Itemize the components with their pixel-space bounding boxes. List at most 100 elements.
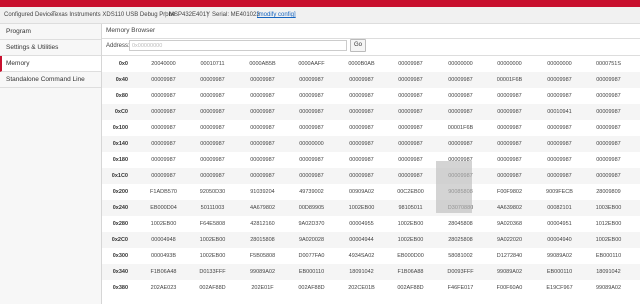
memory-cell[interactable]: 00009987	[485, 88, 534, 104]
memory-cell[interactable]: 18091042	[584, 264, 633, 280]
memory-cell[interactable]: 00082101	[535, 200, 584, 216]
memory-cell[interactable]: F1B06A48	[139, 264, 188, 280]
memory-cell[interactable]: 00009987	[337, 72, 386, 88]
memory-cell[interactable]: 00010711	[188, 56, 237, 72]
memory-cell[interactable]: 9009FECB	[535, 184, 584, 200]
memory-cell[interactable]: 002AF88D	[188, 280, 237, 296]
memory-cell[interactable]: 00004940	[535, 232, 584, 248]
memory-cell[interactable]: 00009987	[139, 88, 188, 104]
sidebar-item-program[interactable]: Program	[0, 24, 101, 40]
memory-cell[interactable]: 00009987	[139, 168, 188, 184]
memory-cell[interactable]: 28015808	[238, 232, 287, 248]
memory-cell[interactable]: 00009987	[139, 72, 188, 88]
memory-cell[interactable]: 1002EB00	[337, 200, 386, 216]
memory-cell[interactable]: 00009987	[238, 88, 287, 104]
memory-cell[interactable]: F46FE017	[436, 280, 485, 296]
memory-cell[interactable]: 00009987	[287, 72, 336, 88]
memory-cell[interactable]: 00009987	[238, 152, 287, 168]
memory-cell[interactable]: 00009987	[337, 136, 386, 152]
memory-cell[interactable]: 202AE023	[139, 280, 188, 296]
memory-cell[interactable]: 00009987	[386, 104, 435, 120]
memory-cell[interactable]: 0000AB5B	[238, 56, 287, 72]
memory-cell[interactable]: 00009987	[584, 168, 633, 184]
memory-cell[interactable]: 4A679802	[238, 200, 287, 216]
memory-cell[interactable]: F1B06A88	[386, 264, 435, 280]
memory-cell[interactable]: 1002EB00	[188, 248, 237, 264]
memory-cell[interactable]: 00004944	[337, 232, 386, 248]
memory-cell[interactable]: 202CE01B	[337, 280, 386, 296]
memory-cell[interactable]: 4934SA02	[337, 248, 386, 264]
memory-cell[interactable]: 00009987	[485, 120, 534, 136]
memory-cell[interactable]: 00009987	[139, 136, 188, 152]
memory-cell[interactable]: 00009987	[386, 56, 435, 72]
memory-cell[interactable]: 00009987	[337, 168, 386, 184]
sidebar-item-settings-utilities[interactable]: Settings & Utilities	[0, 40, 101, 56]
memory-cell[interactable]: 00009987	[238, 104, 287, 120]
memory-cell[interactable]: 9A020368	[485, 216, 534, 232]
memory-cell[interactable]: 002AF88D	[386, 280, 435, 296]
memory-cell[interactable]: 1002EB00	[386, 232, 435, 248]
memory-cell[interactable]: 0000751S	[584, 56, 633, 72]
memory-cell[interactable]: 00009987	[139, 120, 188, 136]
memory-cell[interactable]: 00009987	[584, 72, 633, 88]
memory-cell[interactable]: 99089A02	[238, 264, 287, 280]
memory-cell[interactable]: 1002EB00	[584, 232, 633, 248]
sidebar-item-standalone-command-line[interactable]: Standalone Command Line	[0, 72, 101, 88]
memory-cell[interactable]: 00009987	[238, 120, 287, 136]
memory-cell[interactable]: 00009987	[584, 104, 633, 120]
modify-config-link[interactable]: [modify config]	[257, 7, 296, 23]
memory-cell[interactable]: 00009987	[436, 104, 485, 120]
memory-cell[interactable]: 00009987	[584, 136, 633, 152]
memory-cell[interactable]: 91039204	[238, 184, 287, 200]
memory-cell[interactable]: 00009987	[436, 72, 485, 88]
memory-cell[interactable]: 00009987	[436, 88, 485, 104]
memory-cell[interactable]: 00009987	[188, 120, 237, 136]
memory-cell[interactable]: 99089A02	[485, 264, 534, 280]
memory-cell[interactable]: 00009987	[485, 136, 534, 152]
memory-cell[interactable]: 00009987	[485, 104, 534, 120]
memory-cell[interactable]: 92050D30	[188, 184, 237, 200]
memory-cell[interactable]: 0000493B	[139, 248, 188, 264]
memory-cell[interactable]: 20040000	[139, 56, 188, 72]
memory-cell[interactable]: 49739002	[287, 184, 336, 200]
memory-cell[interactable]: 00009987	[238, 168, 287, 184]
memory-cell[interactable]: D0077FA0	[287, 248, 336, 264]
memory-cell[interactable]: 9A022020	[485, 232, 534, 248]
memory-cell[interactable]: 00009987	[386, 120, 435, 136]
memory-cell[interactable]: 00009987	[535, 136, 584, 152]
memory-cell[interactable]: D0093FFF	[436, 264, 485, 280]
memory-cell[interactable]: 00009987	[436, 136, 485, 152]
memory-cell[interactable]: 00000000	[436, 56, 485, 72]
memory-cell[interactable]: 00009987	[337, 120, 386, 136]
memory-cell[interactable]: 00D89905	[287, 200, 336, 216]
memory-cell[interactable]: 42812160	[238, 216, 287, 232]
memory-cell[interactable]: 00009987	[287, 88, 336, 104]
memory-cell[interactable]: EB000D00	[386, 248, 435, 264]
memory-cell[interactable]: 00009987	[188, 88, 237, 104]
memory-cell[interactable]: 58081002	[436, 248, 485, 264]
memory-cell[interactable]: 00009987	[238, 72, 287, 88]
memory-cell[interactable]: 99089A02	[535, 248, 584, 264]
memory-cell[interactable]: 00009987	[386, 168, 435, 184]
memory-cell[interactable]: 00009987	[584, 152, 633, 168]
memory-cell[interactable]: 1002EB00	[139, 216, 188, 232]
memory-cell[interactable]: 00009987	[287, 104, 336, 120]
memory-cell[interactable]: EB000110	[287, 264, 336, 280]
memory-cell[interactable]: 00009987	[188, 104, 237, 120]
memory-cell[interactable]: 00009987	[287, 120, 336, 136]
memory-cell[interactable]: 00004951	[535, 216, 584, 232]
memory-cell[interactable]: F1ADB570	[139, 184, 188, 200]
address-input[interactable]	[129, 40, 347, 51]
memory-cell[interactable]: 98105011	[386, 200, 435, 216]
memory-cell[interactable]: 00009987	[535, 88, 584, 104]
memory-cell[interactable]: 1002EB00	[188, 232, 237, 248]
sidebar-item-memory[interactable]: Memory	[0, 56, 101, 72]
memory-cell[interactable]: 00009987	[287, 168, 336, 184]
memory-cell[interactable]: 18091042	[337, 264, 386, 280]
memory-cell[interactable]: 00009987	[139, 104, 188, 120]
memory-cell[interactable]: 00009987	[584, 88, 633, 104]
memory-cell[interactable]: 00000000	[287, 136, 336, 152]
memory-cell[interactable]: 00001F6B	[485, 72, 534, 88]
memory-cell[interactable]: F00F60A0	[485, 280, 534, 296]
memory-cell[interactable]: EB000D04	[139, 200, 188, 216]
